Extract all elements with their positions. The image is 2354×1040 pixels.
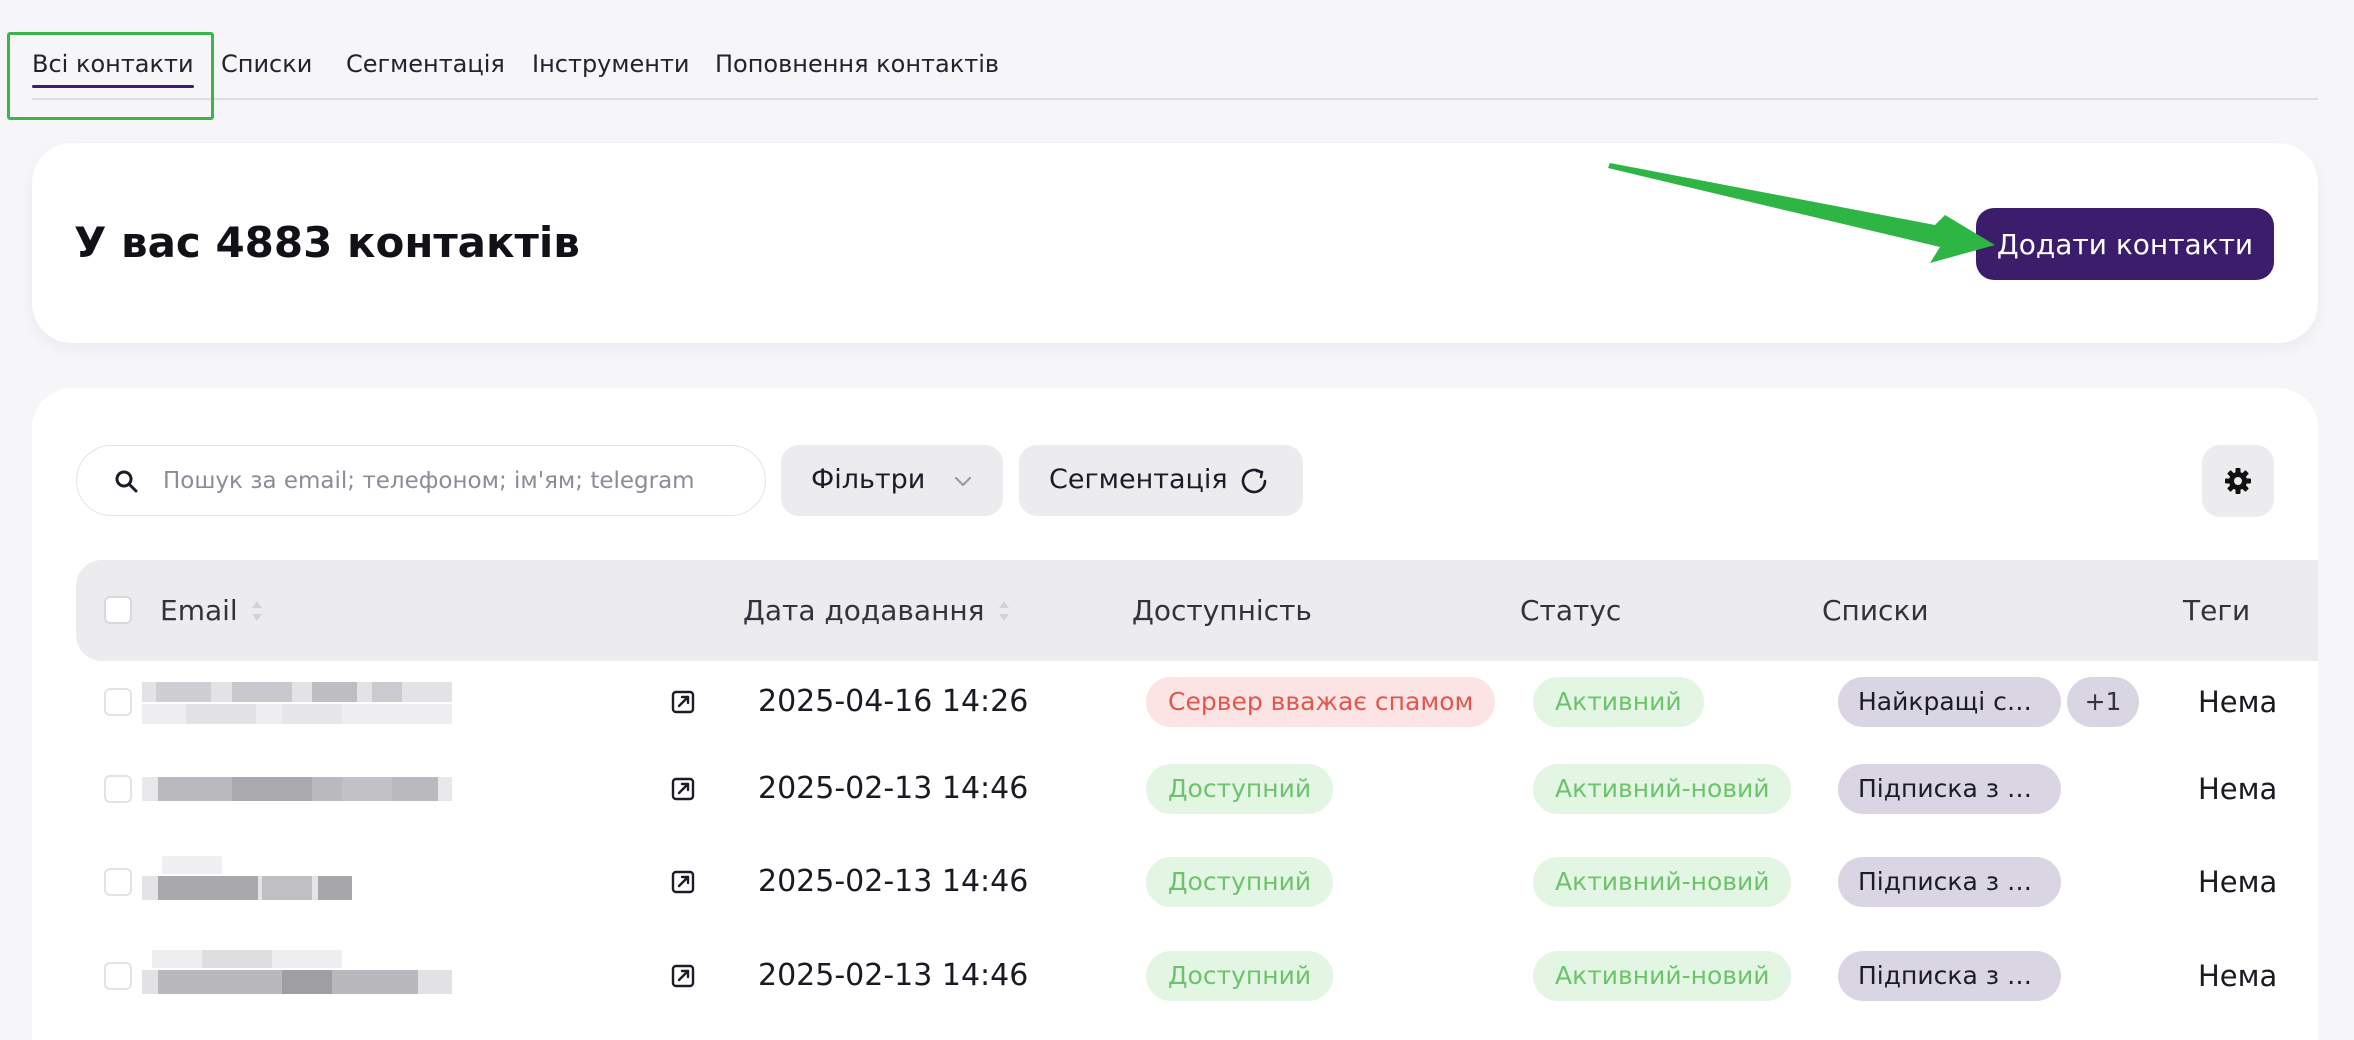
availability-badge: Доступний	[1146, 857, 1334, 907]
date-added: 2025-02-13 14:46	[758, 864, 1029, 899]
tab-tools[interactable]: Інструменти	[532, 48, 690, 88]
column-header-email[interactable]: Email	[160, 593, 264, 629]
email-redacted	[142, 676, 472, 732]
search-input[interactable]	[163, 456, 743, 506]
select-all-checkbox[interactable]	[104, 596, 132, 624]
date-added: 2025-02-13 14:46	[758, 958, 1029, 993]
tab-lists[interactable]: Списки	[221, 48, 312, 88]
contacts-table-card: Фільтри Сегментація	[32, 388, 2318, 1040]
availability-badge: Сервер вважає спамом	[1146, 677, 1496, 727]
availability-badge: Доступний	[1146, 951, 1334, 1001]
table-settings-button[interactable]	[2202, 445, 2274, 517]
external-link-icon[interactable]	[670, 689, 696, 715]
row-checkbox[interactable]	[104, 775, 132, 803]
chevron-down-icon	[954, 476, 972, 487]
status-badge: Активний-новий	[1533, 764, 1792, 814]
search-icon	[115, 470, 138, 493]
summary-card: У вас 4883 контактів Додати контакти	[32, 143, 2318, 343]
table-row[interactable]: 2025-02-13 14:46 Доступний Активний-нови…	[76, 936, 2318, 1016]
list-badge[interactable]: Підписка з ф...	[1838, 857, 2061, 907]
segmentation-label: Сегментація	[1049, 464, 1228, 495]
list-badge[interactable]: Найкращі ст...	[1838, 677, 2061, 727]
refresh-icon	[1241, 468, 1267, 494]
row-checkbox[interactable]	[104, 688, 132, 716]
tab-contact-replenishment[interactable]: Поповнення контактів	[715, 48, 999, 88]
tags-value: Нема	[2198, 772, 2278, 806]
filters-label: Фільтри	[811, 464, 926, 495]
tags-value: Нема	[2198, 685, 2278, 719]
sort-icon	[251, 601, 262, 621]
column-header-availability: Доступність	[1132, 594, 1312, 627]
tab-all-contacts[interactable]: Всі контакти	[32, 48, 194, 88]
row-checkbox[interactable]	[104, 868, 132, 896]
column-header-lists: Списки	[1822, 594, 1929, 627]
table-row[interactable]: 2025-04-16 14:26 Сервер вважає спамом Ак…	[76, 662, 2318, 742]
sort-icon	[998, 601, 1009, 621]
list-badge[interactable]: Підписка з ф...	[1838, 764, 2061, 814]
table-row[interactable]: 2025-02-13 14:46 Доступний Активний-нови…	[76, 842, 2318, 922]
tab-bar: Всі контакти Списки Сегментація Інструме…	[32, 0, 2318, 100]
table-row[interactable]: 2025-02-13 14:46 Доступний Активний-нови…	[76, 749, 2318, 829]
column-header-tags: Теги	[2183, 594, 2251, 627]
date-added: 2025-04-16 14:26	[758, 684, 1029, 719]
tags-value: Нема	[2198, 959, 2278, 993]
gear-icon	[2225, 468, 2251, 494]
external-link-icon[interactable]	[670, 963, 696, 989]
search-box	[76, 445, 766, 516]
segmentation-button[interactable]: Сегментація	[1019, 445, 1303, 516]
availability-badge: Доступний	[1146, 764, 1334, 814]
tab-segmentation[interactable]: Сегментація	[346, 48, 505, 88]
column-date-label: Дата додавання	[743, 594, 985, 627]
tags-value: Нема	[2198, 865, 2278, 899]
more-lists-badge[interactable]: +1	[2067, 677, 2139, 727]
column-header-date-added[interactable]: Дата додавання	[743, 593, 1011, 629]
filters-button[interactable]: Фільтри	[781, 445, 1003, 516]
list-badge[interactable]: Підписка з ф...	[1838, 951, 2061, 1001]
status-badge: Активний-новий	[1533, 951, 1792, 1001]
email-redacted	[142, 856, 472, 912]
row-checkbox[interactable]	[104, 962, 132, 990]
column-email-label: Email	[160, 594, 238, 627]
add-contacts-button[interactable]: Додати контакти	[1976, 208, 2274, 280]
date-added: 2025-02-13 14:46	[758, 771, 1029, 806]
external-link-icon[interactable]	[670, 776, 696, 802]
external-link-icon[interactable]	[670, 869, 696, 895]
email-redacted	[142, 950, 472, 1006]
status-badge: Активний-новий	[1533, 857, 1792, 907]
table-header: Email Дата додавання Доступність Статус …	[76, 560, 2318, 661]
email-redacted	[142, 763, 472, 819]
page-title: У вас 4883 контактів	[74, 218, 580, 267]
column-header-status: Статус	[1520, 594, 1622, 627]
status-badge: Активний	[1533, 677, 1704, 727]
